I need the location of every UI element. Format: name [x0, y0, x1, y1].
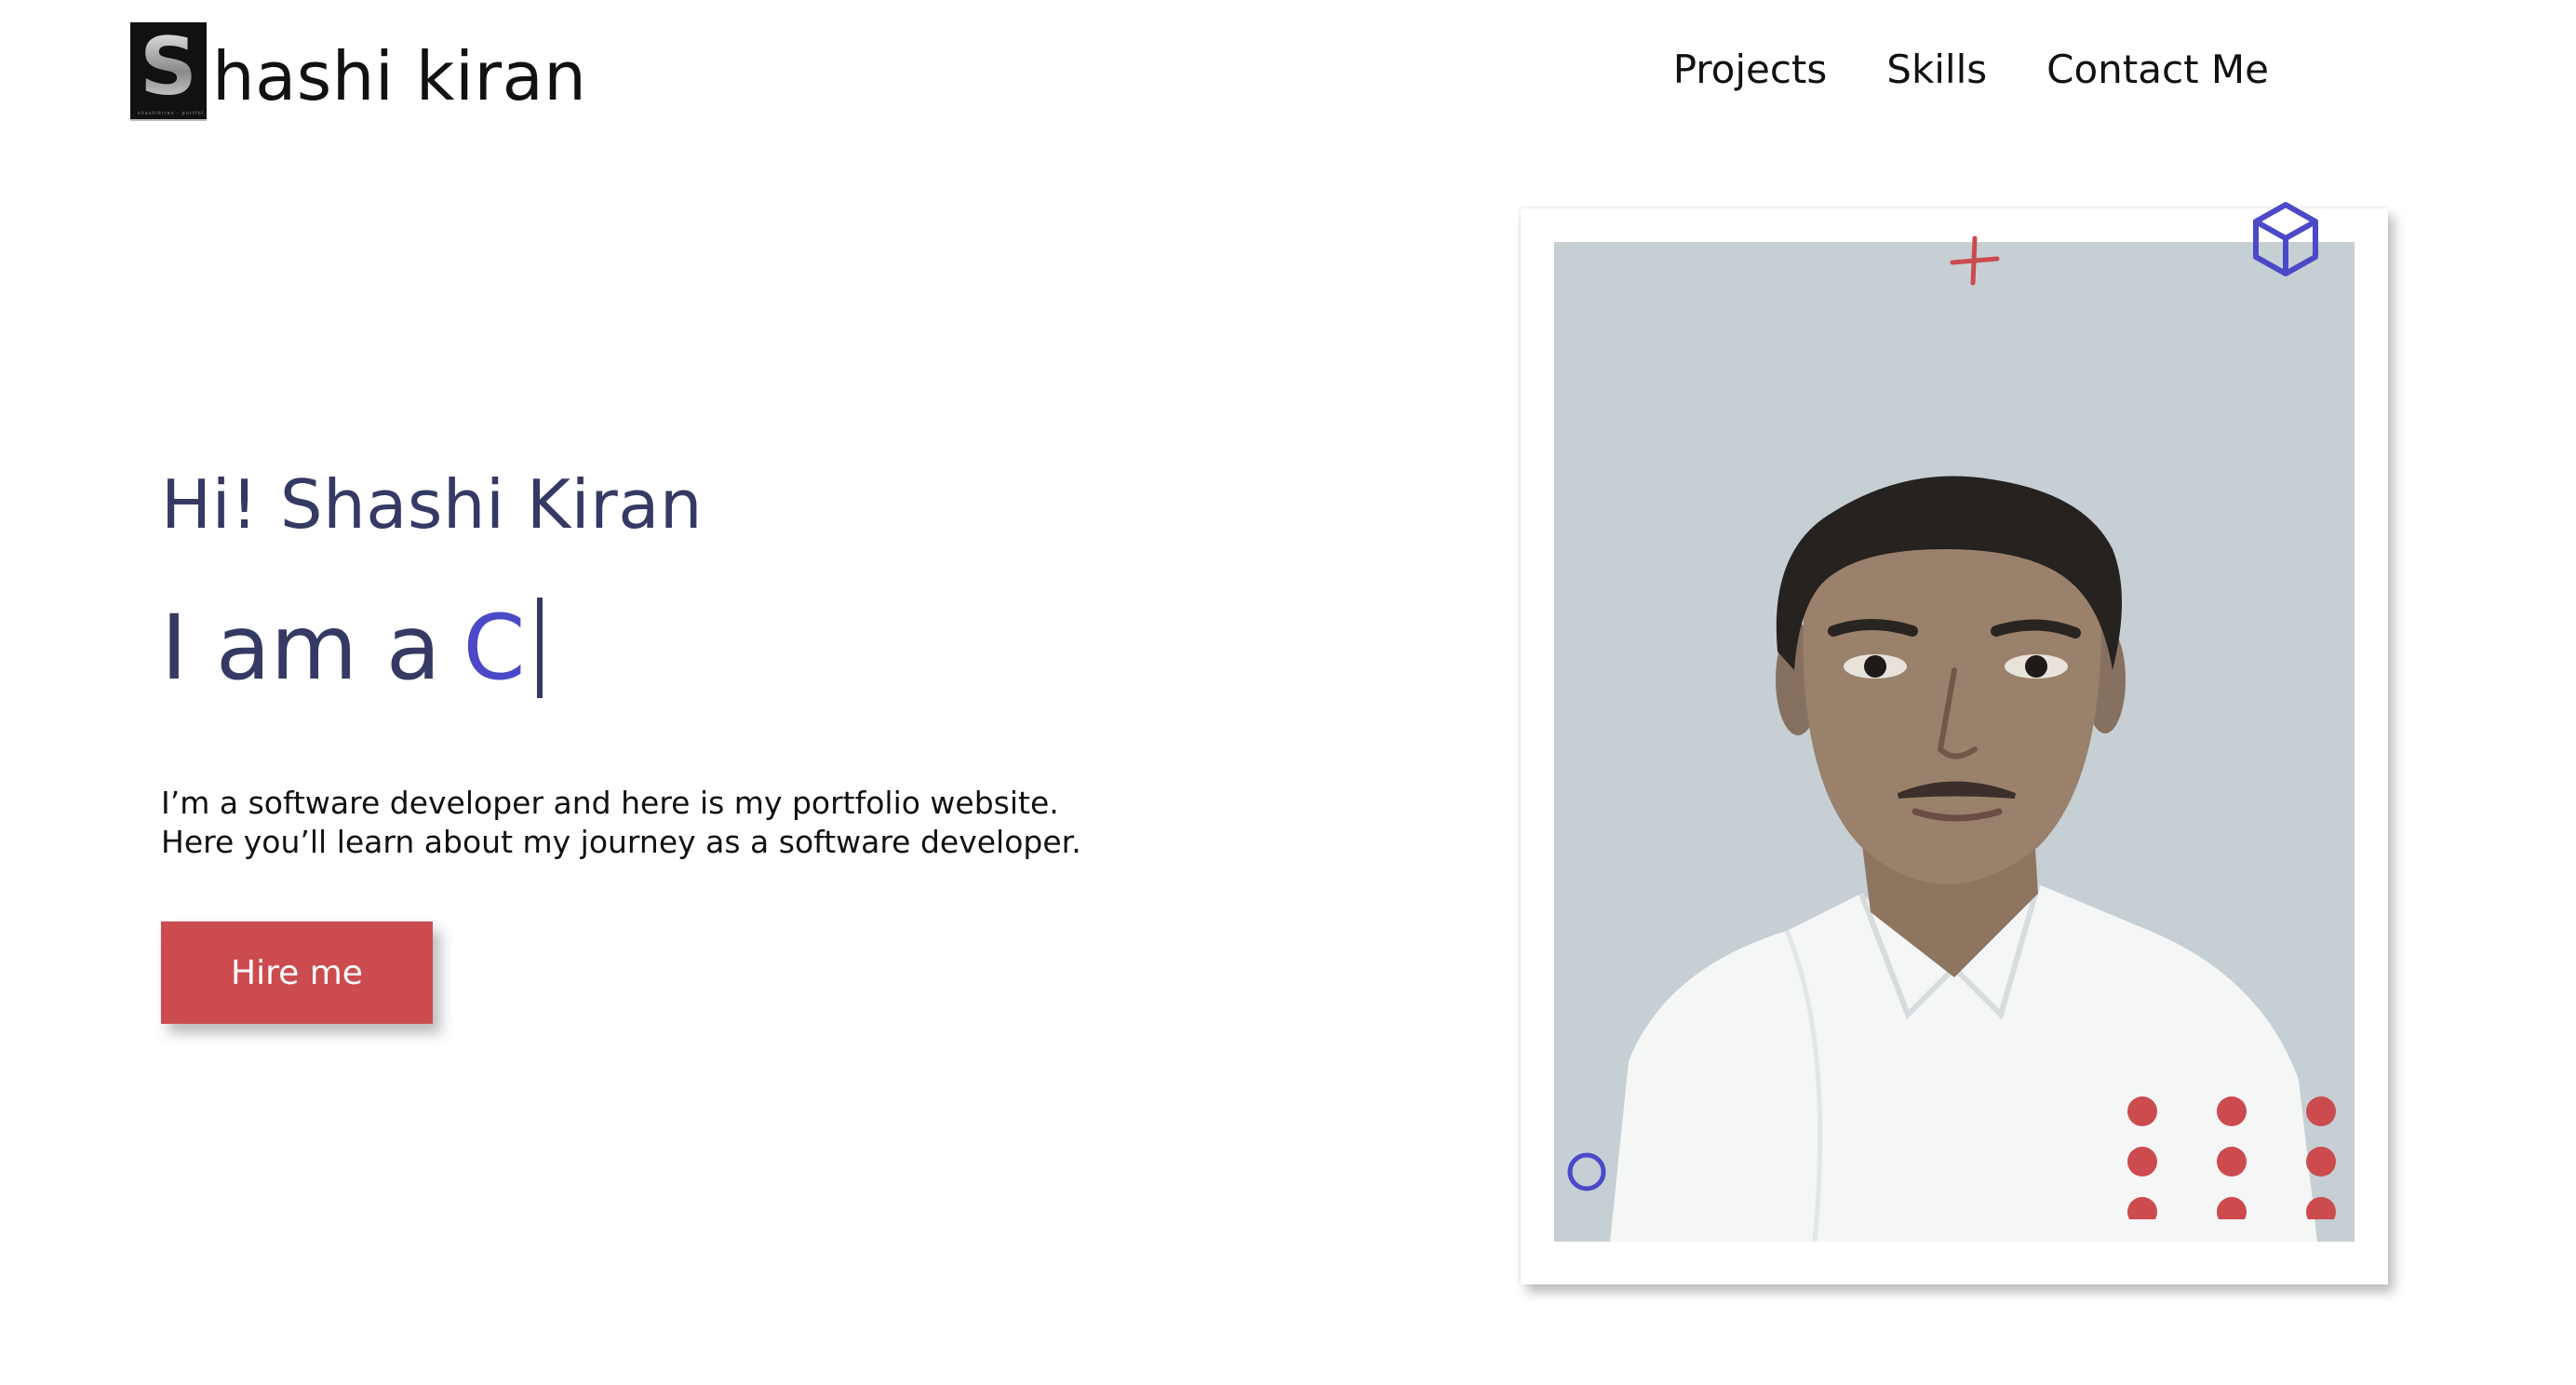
- hero-role-line: I am a C: [161, 596, 543, 700]
- dot-grid-icon: [2127, 1096, 2336, 1219]
- typing-caret: [536, 598, 543, 698]
- role-prefix: I am a: [161, 596, 441, 700]
- photo-frame: [1521, 202, 2388, 1284]
- intro-line-1: I’m a software developer and here is my …: [161, 785, 1059, 821]
- nav-skills[interactable]: Skills: [1886, 47, 1987, 92]
- hire-me-button[interactable]: Hire me: [161, 921, 433, 1024]
- logo-mark: S shashikiran - portfolio: [130, 22, 207, 121]
- plus-icon: [1950, 235, 2000, 286]
- logo-fineprint: shashikiran - portfolio: [138, 111, 203, 116]
- hero-greeting: Hi! Shashi Kiran: [161, 465, 703, 544]
- nav-contact[interactable]: Contact Me: [2046, 47, 2269, 92]
- hero-intro: I’m a software developer and here is my …: [161, 784, 1081, 862]
- portfolio-page: S shashikiran - portfolio hashi kiran Pr…: [0, 0, 2576, 1385]
- role-typed-text: C: [463, 596, 526, 700]
- logo-text: hashi kiran: [212, 37, 587, 115]
- nav-projects[interactable]: Projects: [1673, 47, 1828, 92]
- intro-line-2: Here you’ll learn about my journey as a …: [161, 824, 1081, 860]
- cube-icon: [2253, 202, 2318, 276]
- site-logo[interactable]: S shashikiran - portfolio hashi kiran: [130, 22, 586, 121]
- circle-icon: [1567, 1152, 1606, 1191]
- main-nav: Projects Skills Contact Me: [1673, 47, 2269, 92]
- logo-letter: S: [140, 20, 197, 114]
